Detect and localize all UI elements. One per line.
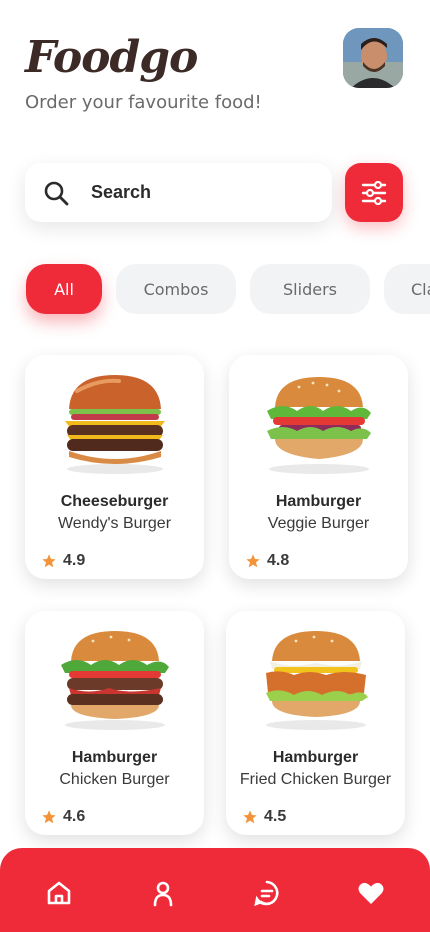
product-rating: 4.5 [242, 808, 286, 826]
search-box[interactable] [25, 163, 332, 222]
tab-all[interactable]: All [26, 264, 102, 314]
bottom-navigation [0, 848, 430, 932]
filter-button[interactable] [345, 163, 403, 222]
home-icon [47, 881, 71, 905]
profile-icon [153, 881, 173, 907]
star-icon [42, 810, 56, 824]
nav-messages[interactable] [252, 878, 282, 908]
product-card[interactable]: Cheeseburger Wendy's Burger 4.9 [25, 355, 204, 579]
product-card[interactable]: Hamburger Fried Chicken Burger 4.5 [226, 611, 405, 835]
rating-value: 4.9 [63, 552, 86, 569]
profile-photo [343, 28, 403, 88]
rating-value: 4.5 [264, 808, 287, 825]
veggie-burger-image [267, 377, 371, 474]
avatar[interactable] [343, 28, 403, 88]
tagline: Order your favourite food! [25, 92, 262, 113]
product-rating: 4.6 [41, 808, 85, 826]
product-title: Hamburger [272, 749, 359, 766]
search-input[interactable] [91, 163, 311, 222]
app-logo: Foodgo [25, 32, 198, 83]
rating-value: 4.8 [267, 552, 290, 569]
product-card[interactable]: Hamburger Chicken Burger 4.6 [25, 611, 204, 835]
heart-icon [358, 882, 384, 904]
product-title: Hamburger [71, 749, 158, 766]
rating-value: 4.6 [63, 808, 86, 825]
fried-chicken-burger-image [266, 631, 368, 730]
product-subtitle: Veggie Burger [267, 515, 370, 532]
nav-favorites[interactable] [356, 878, 386, 908]
product-rating: 4.8 [245, 552, 289, 570]
star-icon [243, 810, 257, 824]
product-subtitle: Chicken Burger [59, 771, 170, 788]
sliders-icon [361, 180, 387, 205]
chat-icon [254, 880, 279, 907]
tab-combos[interactable]: Combos [116, 264, 236, 314]
product-card[interactable]: Hamburger Veggie Burger 4.8 [229, 355, 408, 579]
nav-profile[interactable] [148, 878, 178, 908]
nav-home[interactable] [44, 878, 74, 908]
chicken-burger-image [61, 631, 169, 730]
product-subtitle: Fried Chicken Burger [239, 771, 392, 788]
product-title: Hamburger [275, 493, 362, 510]
tab-classic[interactable]: Classic [384, 264, 430, 314]
star-icon [42, 554, 56, 568]
product-rating: 4.9 [41, 552, 85, 570]
star-icon [246, 554, 260, 568]
product-subtitle: Wendy's Burger [57, 515, 172, 532]
search-icon [44, 181, 69, 206]
home-screen: Foodgo Order your favourite food! All [0, 0, 430, 932]
cheeseburger-image [65, 375, 165, 474]
product-title: Cheeseburger [60, 493, 169, 510]
tab-sliders[interactable]: Sliders [250, 264, 370, 314]
